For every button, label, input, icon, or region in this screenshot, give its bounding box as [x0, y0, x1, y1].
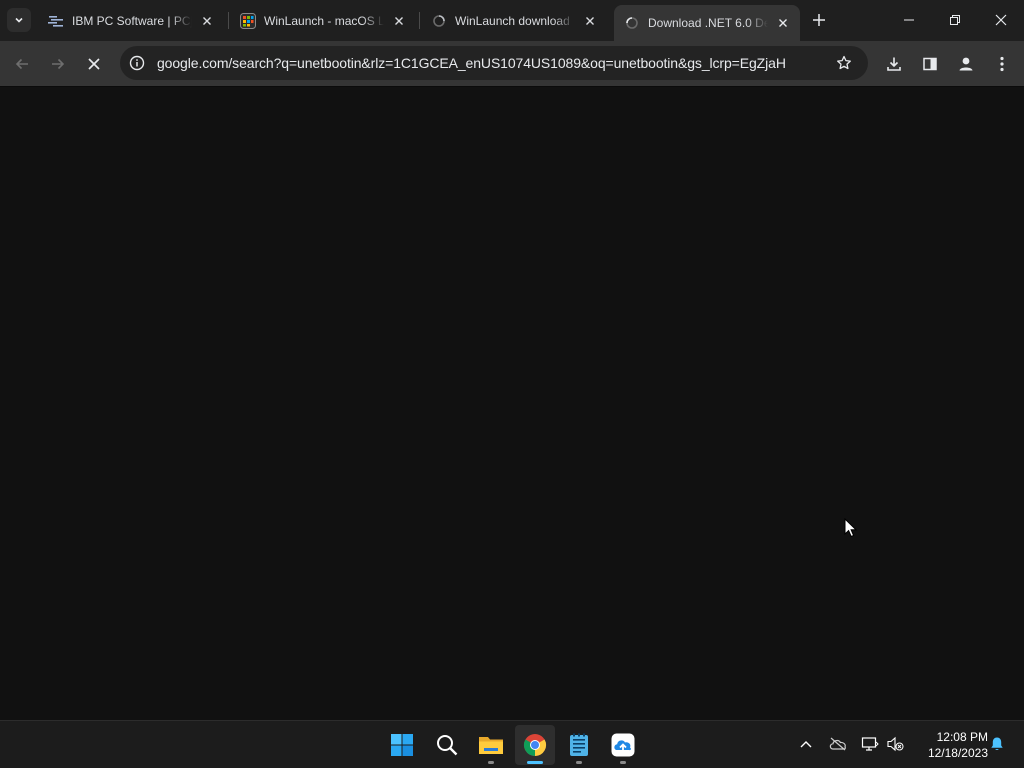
taskbar-search-button[interactable]	[427, 725, 467, 765]
close-tab-icon[interactable]	[198, 12, 216, 30]
tab-separator	[419, 12, 420, 29]
start-button[interactable]	[382, 725, 422, 765]
tab-title: WinLaunch download	[455, 13, 570, 28]
running-indicator	[620, 761, 626, 764]
back-button[interactable]	[8, 50, 36, 78]
cloud-upload-icon	[611, 733, 635, 757]
forward-arrow-icon	[52, 58, 65, 70]
windows-taskbar: 12:08 PM 12/18/2023	[0, 720, 1024, 768]
taskbar-upload-app[interactable]	[603, 725, 643, 765]
mouse-cursor-icon	[844, 517, 858, 543]
show-hidden-icons-button[interactable]	[795, 733, 817, 755]
notepad-icon	[570, 733, 588, 756]
browser-toolbar: google.com/search?q=unetbootin&rlz=1C1GC…	[0, 41, 1024, 87]
stop-loading-button[interactable]	[80, 50, 108, 78]
chrome-icon	[523, 734, 547, 756]
restore-icon	[950, 15, 960, 25]
clock-time: 12:08 PM	[936, 730, 988, 744]
tab-title: WinLaunch - macOS Launchpad	[264, 13, 384, 28]
tab-download-dotnet[interactable]: Download .NET 6.0 Desktop	[614, 5, 800, 41]
chevron-down-icon	[15, 17, 23, 23]
forward-button[interactable]	[44, 50, 72, 78]
system-clock[interactable]: 12:08 PM 12/18/2023	[912, 729, 988, 761]
running-indicator	[488, 761, 494, 764]
side-panel-icon	[923, 57, 937, 71]
chrome-menu-button[interactable]	[988, 50, 1016, 78]
windows-start-icon	[391, 734, 413, 756]
restore-button[interactable]	[932, 0, 978, 40]
download-icon	[887, 57, 901, 71]
tab-winlaunch-download[interactable]: WinLaunch download	[421, 6, 607, 35]
address-bar[interactable]: google.com/search?q=unetbootin&rlz=1C1GC…	[120, 46, 868, 80]
notification-bell-icon[interactable]	[986, 733, 1008, 755]
loading-spinner-icon	[431, 13, 447, 29]
new-tab-button[interactable]	[808, 9, 830, 31]
pcjs-favicon-icon	[48, 13, 64, 29]
clock-date: 12/18/2023	[927, 746, 988, 760]
close-window-button[interactable]	[978, 0, 1024, 40]
tab-title: IBM PC Software | PCjs	[72, 13, 192, 28]
loading-spinner-icon	[624, 15, 640, 31]
tab-strip: IBM PC Software | PCjs WinLaunch - macOS…	[0, 0, 1024, 41]
profile-avatar-icon	[959, 57, 973, 71]
close-tab-icon[interactable]	[774, 14, 792, 32]
minimize-button[interactable]	[886, 0, 932, 40]
taskbar-chrome[interactable]	[515, 725, 555, 765]
taskbar-file-explorer[interactable]	[471, 725, 511, 765]
tab-separator	[228, 12, 229, 29]
winlaunch-favicon-icon	[240, 12, 256, 29]
taskbar-notepad[interactable]	[559, 725, 599, 765]
display-tray-icon[interactable]	[859, 733, 881, 755]
search-icon	[437, 735, 458, 756]
close-tab-icon[interactable]	[390, 12, 408, 30]
tab-title: Download .NET 6.0 Desktop	[648, 16, 768, 30]
address-url[interactable]: google.com/search?q=unetbootin&rlz=1C1GC…	[157, 55, 785, 71]
stop-x-icon	[88, 58, 100, 70]
file-explorer-icon	[479, 737, 503, 754]
side-panel-button[interactable]	[916, 50, 944, 78]
onedrive-tray-icon[interactable]	[827, 733, 849, 755]
close-tab-icon[interactable]	[581, 12, 599, 30]
close-icon	[995, 14, 1007, 26]
volume-muted-icon[interactable]	[884, 733, 906, 755]
chevron-up-icon	[800, 741, 812, 748]
tab-winlaunch-macos[interactable]: WinLaunch - macOS Launchpad	[230, 6, 416, 35]
bookmark-star-icon[interactable]	[833, 52, 855, 74]
minimize-icon	[904, 19, 914, 21]
more-vertical-icon	[1000, 56, 1004, 72]
profile-button[interactable]	[952, 50, 980, 78]
back-arrow-icon	[15, 58, 28, 70]
running-indicator	[576, 761, 582, 764]
plus-icon	[813, 14, 825, 26]
running-indicator	[527, 761, 543, 764]
tab-search-button[interactable]	[7, 8, 31, 32]
site-info-icon[interactable]	[128, 54, 146, 72]
tab-ibm-pc-software[interactable]: IBM PC Software | PCjs	[38, 6, 224, 35]
downloads-button[interactable]	[880, 50, 908, 78]
page-content-area	[0, 87, 1024, 720]
